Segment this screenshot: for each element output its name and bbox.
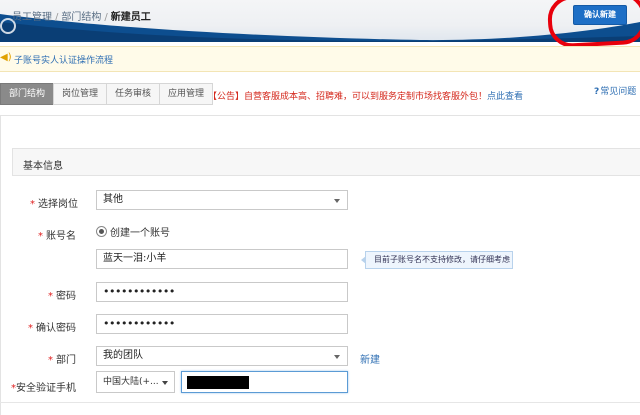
position-label: * 选择岗位: [30, 195, 78, 210]
section-header: 基本信息: [12, 148, 640, 176]
department-select-value: 我的团队: [103, 350, 143, 361]
required-mark: *: [28, 323, 33, 334]
department-select[interactable]: 我的团队: [96, 346, 348, 366]
phone-input[interactable]: [181, 371, 348, 393]
tab-bar: 部门结构 岗位管理 任务审核 应用管理: [0, 83, 214, 105]
form-bottom-divider: [0, 402, 640, 403]
country-code-select[interactable]: 中国大陆(+...: [96, 371, 175, 393]
phone-label-text: 安全验证手机: [16, 383, 76, 394]
account-label: * 账号名: [30, 227, 76, 242]
speaker-icon: ◀): [0, 52, 12, 63]
account-tip-tooltip: 目前子账号名不支持修改，请仔细考虑: [361, 251, 513, 269]
panel-border: [0, 115, 1, 415]
breadcrumb-separator: /: [104, 12, 108, 23]
create-account-radio-label: 创建一个账号: [110, 228, 170, 239]
panel-divider: [0, 115, 640, 116]
section-title: 基本信息: [23, 161, 63, 172]
tab-department-structure[interactable]: 部门结构: [0, 83, 55, 105]
confirm-password-input[interactable]: ••••••••••••: [96, 314, 348, 334]
department-label: * 部门: [30, 351, 76, 366]
phone-label: *安全验证手机: [10, 379, 76, 394]
breadcrumb-item-employee-management[interactable]: 员工管理: [12, 12, 52, 23]
confirm-password-label: * 确认密码: [16, 319, 76, 334]
breadcrumb-item-department-structure[interactable]: 部门结构: [61, 12, 101, 23]
password-label: * 密码: [30, 287, 76, 302]
country-code-value: 中国大陆(+...: [103, 377, 159, 387]
notice-bar: ◀) 子账号实人认证操作流程: [0, 46, 640, 72]
breadcrumb-item-new-employee: 新建员工: [110, 12, 151, 23]
help-link[interactable]: ?常见问题: [594, 84, 636, 97]
breadcrumb-separator: /: [55, 12, 59, 23]
password-input[interactable]: ••••••••••••: [96, 282, 348, 302]
position-label-text: 选择岗位: [38, 199, 78, 210]
announcement-text: 【公告】自营客服成本高、招聘难，可以到服务定制市场找客服外包！: [208, 92, 488, 102]
account-name-input[interactable]: 蓝天一泪:小羊: [96, 249, 348, 269]
help-label: 常见问题: [600, 87, 637, 97]
tab-position-management[interactable]: 岗位管理: [53, 83, 108, 105]
page-header: 员工管理 / 部门结构 / 新建员工 确认新建: [0, 0, 640, 42]
caret-down-icon: [162, 381, 168, 385]
announcement: 【公告】自营客服成本高、招聘难，可以到服务定制市场找客服外包！点此查看: [208, 89, 523, 102]
required-mark: *: [30, 199, 35, 210]
required-mark: *: [38, 231, 43, 242]
help-person-icon: ?: [594, 87, 600, 97]
position-select[interactable]: 其他: [96, 190, 348, 210]
tab-app-management[interactable]: 应用管理: [159, 83, 214, 105]
account-name-value: 蓝天一泪:小羊: [103, 253, 167, 264]
account-label-text: 账号名: [46, 231, 76, 242]
department-label-text: 部门: [56, 355, 76, 366]
confirm-password-label-text: 确认密码: [36, 323, 76, 334]
chevron-down-icon: [334, 199, 340, 203]
required-mark: *: [48, 355, 53, 366]
chevron-down-icon: [334, 355, 340, 359]
tab-task-review[interactable]: 任务审核: [106, 83, 161, 105]
notice-link[interactable]: 子账号实人认证操作流程: [14, 53, 113, 66]
radio-icon: [96, 226, 107, 237]
position-select-value: 其他: [103, 194, 123, 205]
create-account-radio[interactable]: 创建一个账号: [96, 224, 170, 239]
required-mark: *: [48, 291, 53, 302]
breadcrumb: 员工管理 / 部门结构 / 新建员工: [12, 8, 151, 23]
announcement-link[interactable]: 点此查看: [487, 92, 523, 102]
redacted-phone-number: [187, 376, 249, 389]
password-label-text: 密码: [56, 291, 76, 302]
red-highlight-circle: [546, 0, 640, 49]
new-department-link[interactable]: 新建: [360, 351, 380, 366]
